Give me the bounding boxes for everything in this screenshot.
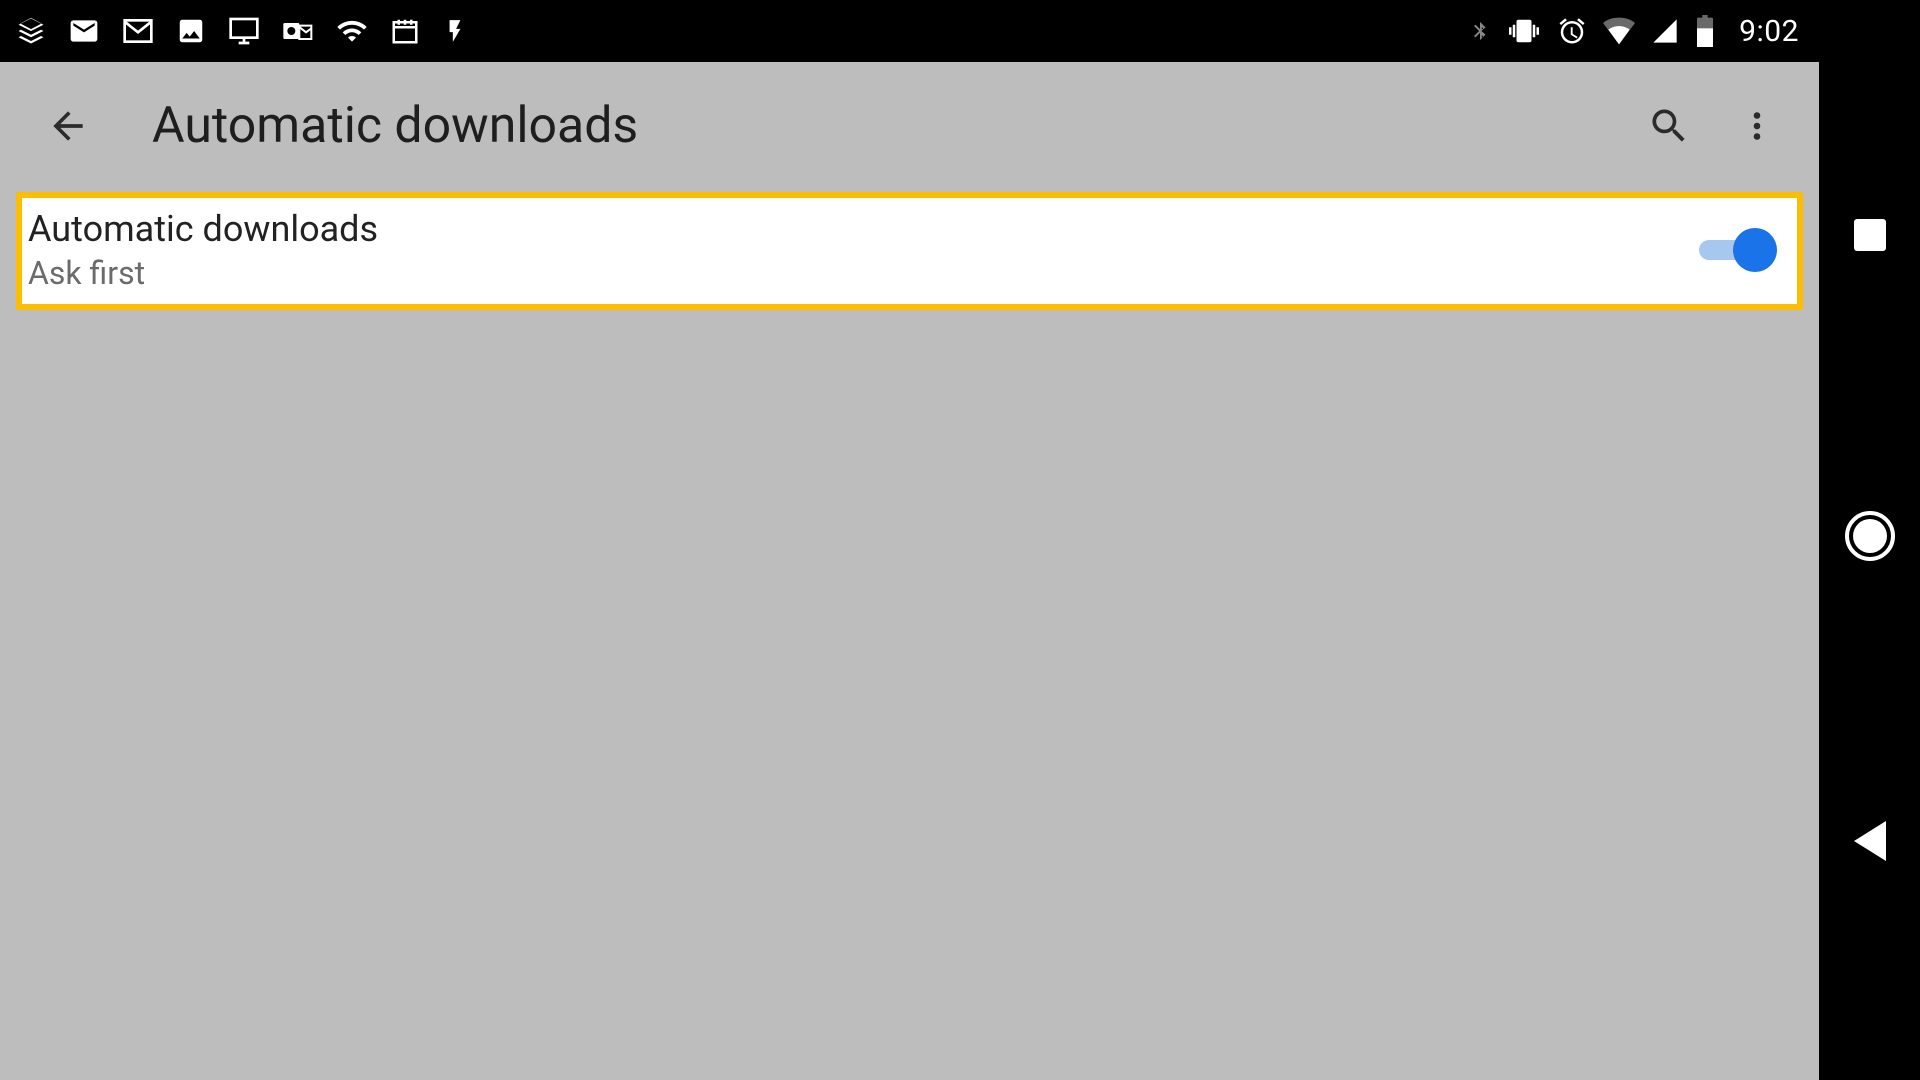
triangle-icon <box>1854 821 1886 861</box>
bluetooth-icon <box>1469 16 1491 46</box>
app-bar: Automatic downloads <box>0 62 1819 190</box>
setting-subtitle: Ask first <box>28 253 1699 295</box>
back-button[interactable] <box>40 98 96 154</box>
automatic-downloads-row[interactable]: Automatic downloads Ask first <box>16 192 1803 310</box>
wifi-icon <box>336 15 368 47</box>
square-icon <box>1854 219 1886 251</box>
status-clock: 9:02 <box>1739 14 1799 49</box>
wifi-signal-icon <box>1603 17 1635 45</box>
gmail-icon <box>122 15 154 47</box>
status-bar: 9:02 <box>0 0 1819 62</box>
display-icon <box>228 15 260 47</box>
arrow-back-icon <box>46 104 90 148</box>
setting-text: Automatic downloads Ask first <box>28 206 1699 294</box>
back-nav-button[interactable] <box>1854 821 1886 861</box>
mail-icon <box>68 15 100 47</box>
image-icon <box>176 16 206 46</box>
more-vert-icon <box>1739 104 1775 148</box>
alarm-icon <box>1557 16 1587 46</box>
switch-thumb <box>1733 228 1777 272</box>
overflow-menu-button[interactable] <box>1725 94 1789 158</box>
bolt-icon <box>442 16 468 46</box>
recents-button[interactable] <box>1854 219 1886 251</box>
search-button[interactable] <box>1637 94 1701 158</box>
setting-title: Automatic downloads <box>28 206 1699 253</box>
cell-signal-icon <box>1651 17 1679 45</box>
vibrate-icon <box>1507 16 1541 46</box>
battery-icon <box>1695 15 1715 47</box>
home-button[interactable] <box>1845 511 1895 561</box>
search-icon <box>1647 104 1691 148</box>
stack-icon <box>16 16 46 46</box>
status-left-icons <box>16 15 468 47</box>
outlook-icon <box>282 15 314 47</box>
calendar-icon <box>390 16 420 46</box>
circle-icon <box>1845 511 1895 561</box>
navigation-bar <box>1819 0 1920 1080</box>
status-right-icons: 9:02 <box>1469 14 1799 49</box>
automatic-downloads-toggle[interactable] <box>1699 228 1777 272</box>
settings-content: Automatic downloads Ask first <box>0 190 1819 1080</box>
page-title: Automatic downloads <box>152 97 1613 155</box>
device-screen: 9:02 Automatic downloads Automatic downl… <box>0 0 1819 1080</box>
